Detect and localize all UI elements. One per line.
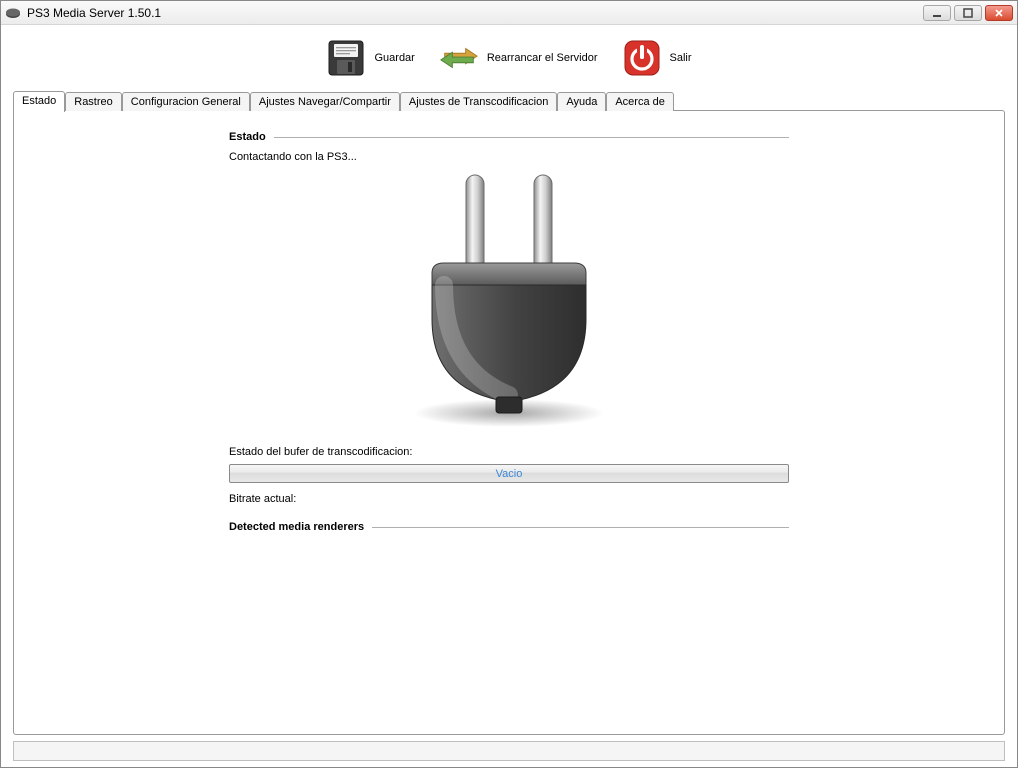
bitrate-label: Bitrate actual: [229,493,789,505]
window-controls [923,5,1013,21]
detected-renderers-header: Detected media renderers [229,521,789,533]
plug-image [229,169,789,432]
close-button[interactable] [985,5,1013,21]
buffer-progress: Vacio [229,464,789,483]
tab-general[interactable]: Configuracion General [122,92,250,111]
tab-trace[interactable]: Rastreo [65,92,122,111]
save-label: Guardar [374,52,414,64]
window-titlebar: PS3 Media Server 1.50.1 [1,1,1017,25]
tab-row: Estado Rastreo Configuracion General Aju… [13,90,1005,111]
restart-icon [439,38,479,78]
status-group-title: Estado [229,131,266,143]
status-group-header: Estado [229,131,789,143]
tab-body-status: Estado Contactando con la PS3... [13,110,1005,735]
divider [372,527,789,528]
status-bar [13,741,1005,761]
tab-navshare[interactable]: Ajustes Navegar/Compartir [250,92,400,111]
toolbar: Guardar Rearrancar el Servidor [1,25,1017,89]
quit-button[interactable]: Salir [611,33,703,83]
restart-label: Rearrancar el Servidor [487,52,598,64]
status-content: Estado Contactando con la PS3... [229,131,789,533]
floppy-icon [326,38,366,78]
restart-button[interactable]: Rearrancar el Servidor [428,33,609,83]
tab-status[interactable]: Estado [13,91,65,112]
maximize-button[interactable] [954,5,982,21]
quit-label: Salir [670,52,692,64]
detected-renderers-title: Detected media renderers [229,521,364,533]
save-button[interactable]: Guardar [315,33,425,83]
app-icon [5,5,21,21]
tab-help[interactable]: Ayuda [557,92,606,111]
tab-transcode[interactable]: Ajustes de Transcodificacion [400,92,557,111]
buffer-value: Vacio [496,468,523,480]
app-root: Guardar Rearrancar el Servidor [1,25,1017,767]
status-connecting-text: Contactando con la PS3... [229,151,789,163]
tab-panel: Estado Rastreo Configuracion General Aju… [13,89,1005,735]
divider [274,137,789,138]
minimize-button[interactable] [923,5,951,21]
tab-about[interactable]: Acerca de [606,92,674,111]
window-title: PS3 Media Server 1.50.1 [27,6,923,20]
power-icon [622,38,662,78]
buffer-label: Estado del bufer de transcodificacion: [229,446,789,458]
